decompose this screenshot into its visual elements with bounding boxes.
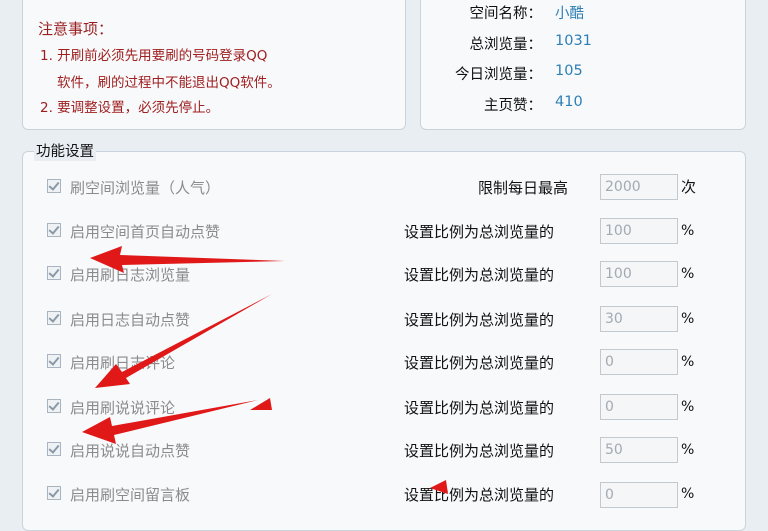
unit-label: % [681, 223, 695, 239]
daily-limit-input[interactable] [600, 174, 678, 200]
notice-line-3: 2. 要调整设置，必须先停止。 [40, 100, 220, 116]
ratio-input[interactable] [600, 437, 678, 463]
notice-line-2: 软件，刷的过程中不能退出QQ软件。 [57, 75, 281, 91]
ratio-input[interactable] [600, 349, 678, 375]
setting-label: 启用说说自动点赞 [70, 442, 191, 460]
today-views-label: 今日浏览量： [455, 67, 542, 83]
checkbox-blog-views[interactable] [47, 266, 61, 280]
ratio-input[interactable] [600, 218, 678, 244]
setting-label: 启用刷空间留言板 [70, 486, 191, 504]
notice-title: 注意事项： [38, 20, 114, 38]
unit-label: % [681, 442, 695, 458]
ratio-label: 设置比例为总浏览量的 [404, 442, 555, 460]
ratio-label: 设置比例为总浏览量的 [404, 354, 555, 372]
setting-row-blog-views: 启用刷日志浏览量 设置比例为总浏览量的 % [0, 259, 768, 289]
unit-label: % [681, 266, 695, 282]
limit-label: 限制每日最高 [478, 179, 569, 197]
today-views-value: 105 [555, 63, 583, 79]
ratio-input[interactable] [600, 306, 678, 332]
setting-label: 启用刷日志评论 [70, 354, 176, 372]
ratio-label: 设置比例为总浏览量的 [404, 266, 555, 284]
ratio-input[interactable] [600, 261, 678, 287]
setting-row-blog-comment: 启用刷日志评论 设置比例为总浏览量的 % [0, 347, 768, 377]
unit-label: % [681, 486, 695, 502]
settings-group [22, 151, 746, 531]
space-name-value: 小酷 [555, 6, 584, 22]
ratio-input[interactable] [600, 394, 678, 420]
notice-line-1: 1. 开刷前必须先用要刷的号码登录QQ [40, 48, 268, 64]
unit-label: % [681, 311, 695, 327]
setting-row-homepage-like: 启用空间首页自动点赞 设置比例为总浏览量的 % [0, 216, 768, 246]
setting-row-blog-like: 启用日志自动点赞 设置比例为总浏览量的 % [0, 304, 768, 334]
checkbox-space-views[interactable] [47, 179, 61, 193]
unit-label: 次 [681, 178, 697, 196]
checkbox-homepage-like[interactable] [47, 223, 61, 237]
checkbox-blog-comment[interactable] [47, 354, 61, 368]
unit-label: % [681, 354, 695, 370]
space-name-label: 空间名称： [469, 6, 543, 22]
setting-label: 启用空间首页自动点赞 [70, 223, 221, 241]
setting-row-shuoshuo-like: 启用说说自动点赞 设置比例为总浏览量的 % [0, 435, 768, 465]
homepage-likes-label: 主页赞： [484, 98, 542, 114]
total-views-value: 1031 [555, 33, 592, 49]
setting-row-space-views: 刷空间浏览量（人气） 限制每日最高 次 [0, 172, 768, 202]
setting-row-shuoshuo-comment: 启用刷说说评论 设置比例为总浏览量的 % [0, 392, 768, 422]
settings-group-title: 功能设置 [34, 140, 96, 161]
checkbox-shuoshuo-comment[interactable] [47, 399, 61, 413]
ratio-label: 设置比例为总浏览量的 [404, 486, 555, 504]
homepage-likes-value: 410 [555, 94, 583, 110]
checkbox-shuoshuo-like[interactable] [47, 442, 61, 456]
setting-label: 启用刷日志浏览量 [70, 266, 191, 284]
setting-label: 启用刷说说评论 [70, 399, 176, 417]
ratio-label: 设置比例为总浏览量的 [404, 311, 555, 329]
checkbox-guestbook[interactable] [47, 486, 61, 500]
setting-label: 刷空间浏览量（人气） [70, 179, 221, 197]
ratio-label: 设置比例为总浏览量的 [404, 223, 555, 241]
unit-label: % [681, 399, 695, 415]
ratio-label: 设置比例为总浏览量的 [404, 399, 555, 417]
setting-row-guestbook: 启用刷空间留言板 设置比例为总浏览量的 % [0, 479, 768, 509]
setting-label: 启用日志自动点赞 [70, 311, 191, 329]
total-views-label: 总浏览量： [469, 37, 543, 53]
checkbox-blog-like[interactable] [47, 311, 61, 325]
ratio-input[interactable] [600, 482, 678, 508]
